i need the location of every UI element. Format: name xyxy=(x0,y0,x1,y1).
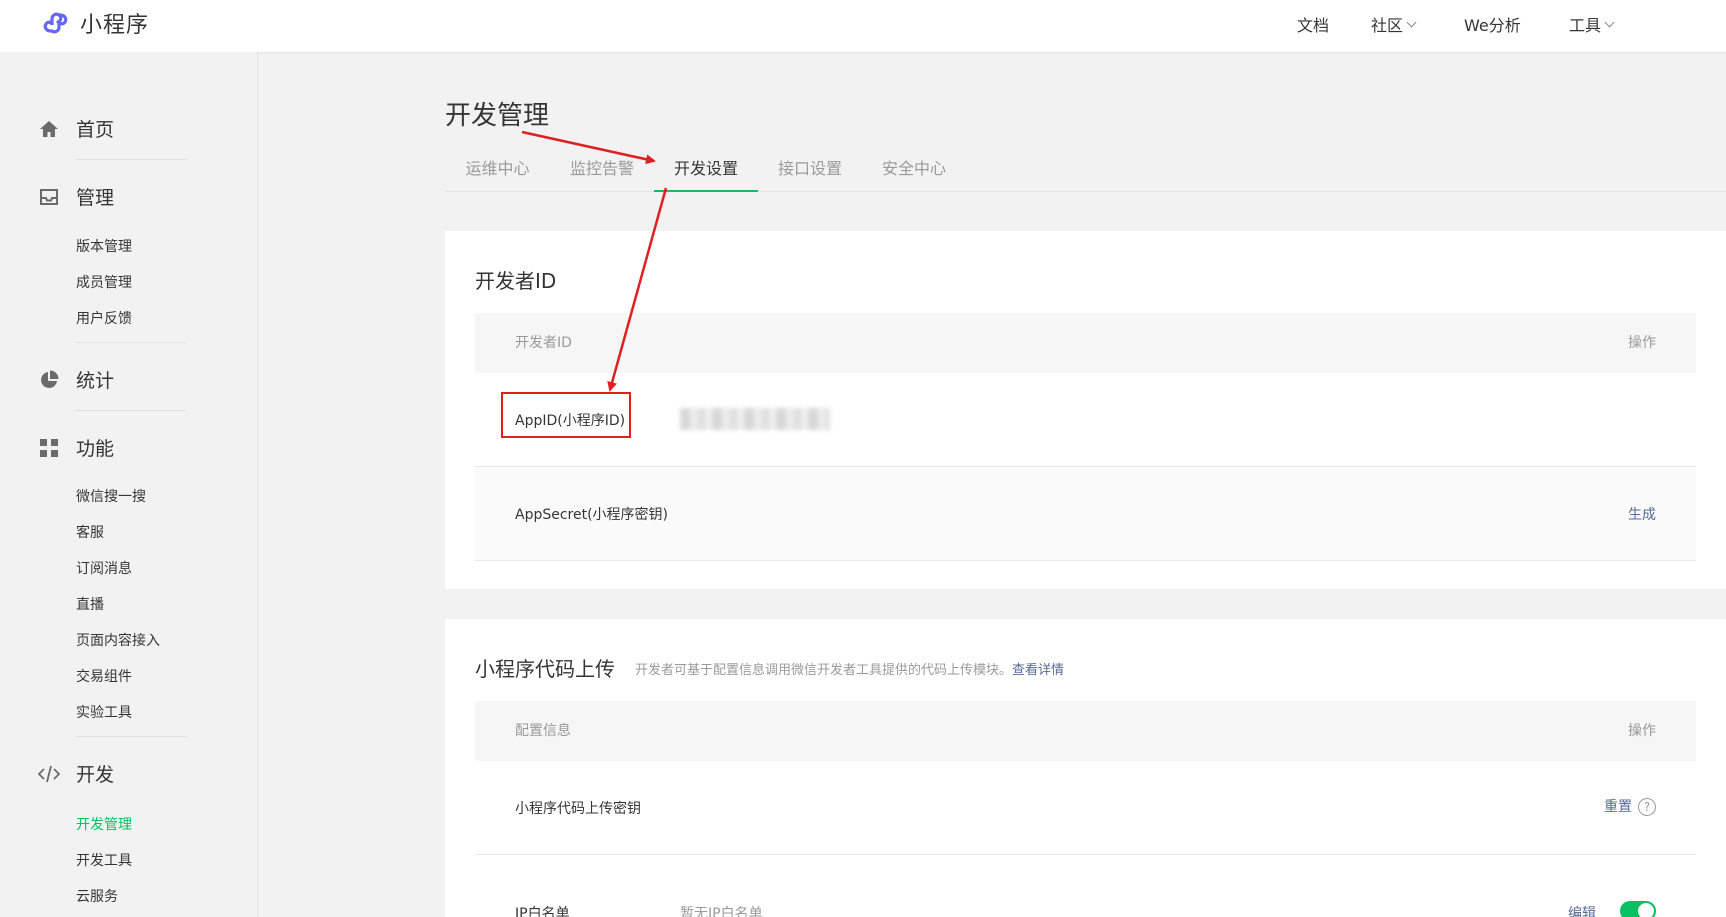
divider xyxy=(76,159,186,160)
divider xyxy=(76,736,186,737)
sidebar-item-features[interactable]: 功能 xyxy=(38,434,114,461)
sidebar-subitem-search[interactable]: 微信搜一搜 xyxy=(76,486,146,506)
sidebar-item-label: 统计 xyxy=(76,370,115,392)
brand-name: 小程序 xyxy=(80,13,150,38)
sidebar-item-label: 首页 xyxy=(76,119,115,141)
sidebar: 首页 管理 版本管理 成员管理 用户反馈 统计 功能 微信搜一搜 客服 订阅消息… xyxy=(0,52,258,917)
sidebar-subitem-customer-service[interactable]: 客服 xyxy=(76,522,104,542)
nav-tools[interactable]: 工具 xyxy=(1569,12,1629,36)
tab-api-settings[interactable]: 接口设置 xyxy=(758,150,862,192)
page-title: 开发管理 xyxy=(445,101,550,131)
code-upload-desc-text: 开发者可基于配置信息调用微信开发者工具提供的代码上传模块。 xyxy=(635,663,1013,678)
developer-id-table-header: 开发者ID 操作 xyxy=(475,313,1696,373)
column-header: 配置信息 xyxy=(515,723,571,739)
table-row-appid: AppID(小程序ID) xyxy=(475,373,1696,467)
chevron-down-icon xyxy=(1604,17,1615,27)
sidebar-item-stats[interactable]: 统计 xyxy=(38,366,114,393)
sidebar-item-label: 功能 xyxy=(76,438,115,460)
pie-chart-icon xyxy=(38,369,60,391)
table-row-ip-whitelist: IP白名单 暂无IP白名单 编辑 xyxy=(475,855,1696,917)
appid-value-redacted xyxy=(680,408,830,430)
nav-we-analytics-label: We分析 xyxy=(1464,16,1521,35)
chevron-down-icon xyxy=(1406,17,1417,27)
reset-action: 重置? xyxy=(1604,796,1656,816)
sidebar-subitem-page-content[interactable]: 页面内容接入 xyxy=(76,630,160,650)
upload-key-label: 小程序代码上传密钥 xyxy=(515,801,641,817)
tab-monitoring[interactable]: 监控告警 xyxy=(550,150,654,192)
generate-secret-link[interactable]: 生成 xyxy=(1628,504,1656,524)
nav-docs[interactable]: 文档 xyxy=(1297,12,1357,36)
sidebar-item-develop[interactable]: 开发 xyxy=(38,760,114,787)
nav-community[interactable]: 社区 xyxy=(1371,12,1441,36)
sidebar-subitem-trade[interactable]: 交易组件 xyxy=(76,666,132,686)
top-bar: 小程序 文档 社区 We分析 工具 xyxy=(0,0,1726,52)
nav-tools-label: 工具 xyxy=(1569,16,1602,35)
appid-highlight-box xyxy=(501,392,631,438)
appsecret-label: AppSecret(小程序密钥) xyxy=(515,507,669,523)
divider xyxy=(76,342,186,343)
edit-link[interactable]: 编辑 xyxy=(1568,903,1596,917)
table-row-upload-key: 小程序代码上传密钥 重置? xyxy=(475,761,1696,855)
divider xyxy=(76,410,186,411)
brand[interactable]: 小程序 xyxy=(38,6,149,40)
column-header: 开发者ID xyxy=(515,335,572,351)
sidebar-subitem-live[interactable]: 直播 xyxy=(76,594,104,614)
home-icon xyxy=(38,118,60,140)
code-upload-card: 小程序代码上传 开发者可基于配置信息调用微信开发者工具提供的代码上传模块。查看详… xyxy=(445,619,1726,917)
sidebar-subitem-dev-management[interactable]: 开发管理 xyxy=(76,814,132,834)
nav-we-analytics[interactable]: We分析 xyxy=(1464,12,1544,36)
sidebar-subitem-members[interactable]: 成员管理 xyxy=(76,272,132,292)
help-icon[interactable]: ? xyxy=(1638,798,1656,816)
view-details-link[interactable]: 查看详情 xyxy=(1012,663,1064,678)
tab-bar: 运维中心 监控告警 开发设置 接口设置 安全中心 xyxy=(445,150,1726,192)
inbox-icon xyxy=(38,186,60,208)
tab-security[interactable]: 安全中心 xyxy=(862,150,966,192)
code-upload-title: 小程序代码上传 xyxy=(475,657,615,681)
ip-whitelist-label: IP白名单 xyxy=(515,906,570,917)
code-icon xyxy=(38,763,60,785)
sidebar-item-manage[interactable]: 管理 xyxy=(38,183,114,210)
developer-id-title: 开发者ID xyxy=(475,269,557,293)
column-header: 操作 xyxy=(1628,335,1656,351)
code-upload-table-header: 配置信息 操作 xyxy=(475,701,1696,761)
mini-program-logo-icon xyxy=(43,12,68,34)
sidebar-subitem-version[interactable]: 版本管理 xyxy=(76,236,132,256)
sidebar-subitem-subscription[interactable]: 订阅消息 xyxy=(76,558,132,578)
sidebar-subitem-dev-tools[interactable]: 开发工具 xyxy=(76,850,132,870)
table-row-appsecret: AppSecret(小程序密钥) 生成 xyxy=(475,467,1696,561)
sidebar-subitem-lab[interactable]: 实验工具 xyxy=(76,702,132,722)
tab-dev-settings[interactable]: 开发设置 xyxy=(654,150,758,192)
code-upload-desc: 开发者可基于配置信息调用微信开发者工具提供的代码上传模块。查看详情 xyxy=(635,659,1064,678)
tab-ops-center[interactable]: 运维中心 xyxy=(445,150,550,192)
ip-whitelist-value: 暂无IP白名单 xyxy=(680,906,763,917)
grid-icon xyxy=(38,437,60,459)
sidebar-item-label: 开发 xyxy=(76,764,115,786)
column-header: 操作 xyxy=(1628,723,1656,739)
ip-whitelist-toggle[interactable] xyxy=(1620,901,1656,917)
developer-id-card: 开发者ID 开发者ID 操作 AppID(小程序ID) AppSecret(小程… xyxy=(445,231,1726,589)
reset-link[interactable]: 重置 xyxy=(1604,799,1632,815)
sidebar-item-label: 管理 xyxy=(76,187,115,209)
nav-docs-label: 文档 xyxy=(1297,16,1330,35)
sidebar-subitem-feedback[interactable]: 用户反馈 xyxy=(76,308,132,328)
sidebar-item-home[interactable]: 首页 xyxy=(38,115,114,142)
nav-community-label: 社区 xyxy=(1371,16,1404,35)
sidebar-subitem-cloud[interactable]: 云服务 xyxy=(76,886,118,906)
